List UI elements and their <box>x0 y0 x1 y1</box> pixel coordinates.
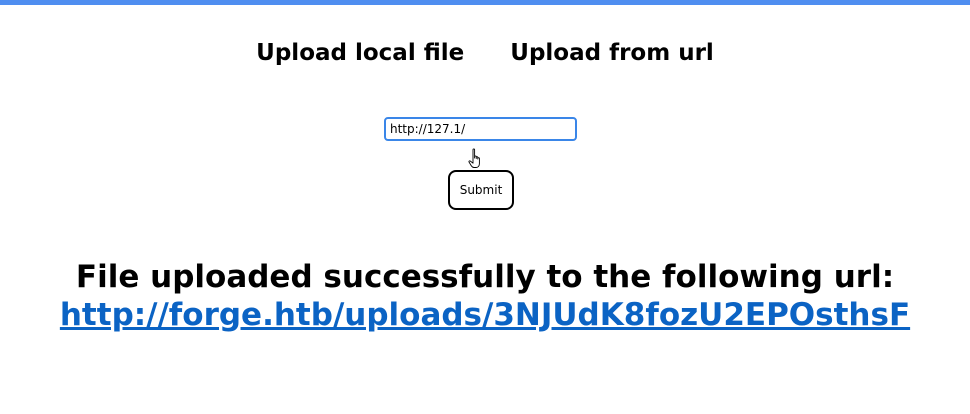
tab-upload-local-file[interactable]: Upload local file <box>256 40 464 66</box>
top-accent-bar <box>0 0 970 5</box>
uploaded-file-link[interactable]: http://forge.htb/uploads/3NJUdK8fozU2EPO… <box>60 296 910 334</box>
submit-button[interactable]: Submit <box>448 170 514 210</box>
upload-tabs: Upload local file Upload from url <box>0 40 970 66</box>
upload-result: File uploaded successfully to the follow… <box>0 258 970 334</box>
result-message: File uploaded successfully to the follow… <box>75 259 895 295</box>
hand-pointer-icon <box>468 148 480 168</box>
tab-upload-from-url[interactable]: Upload from url <box>510 40 714 66</box>
url-input[interactable] <box>384 117 577 141</box>
